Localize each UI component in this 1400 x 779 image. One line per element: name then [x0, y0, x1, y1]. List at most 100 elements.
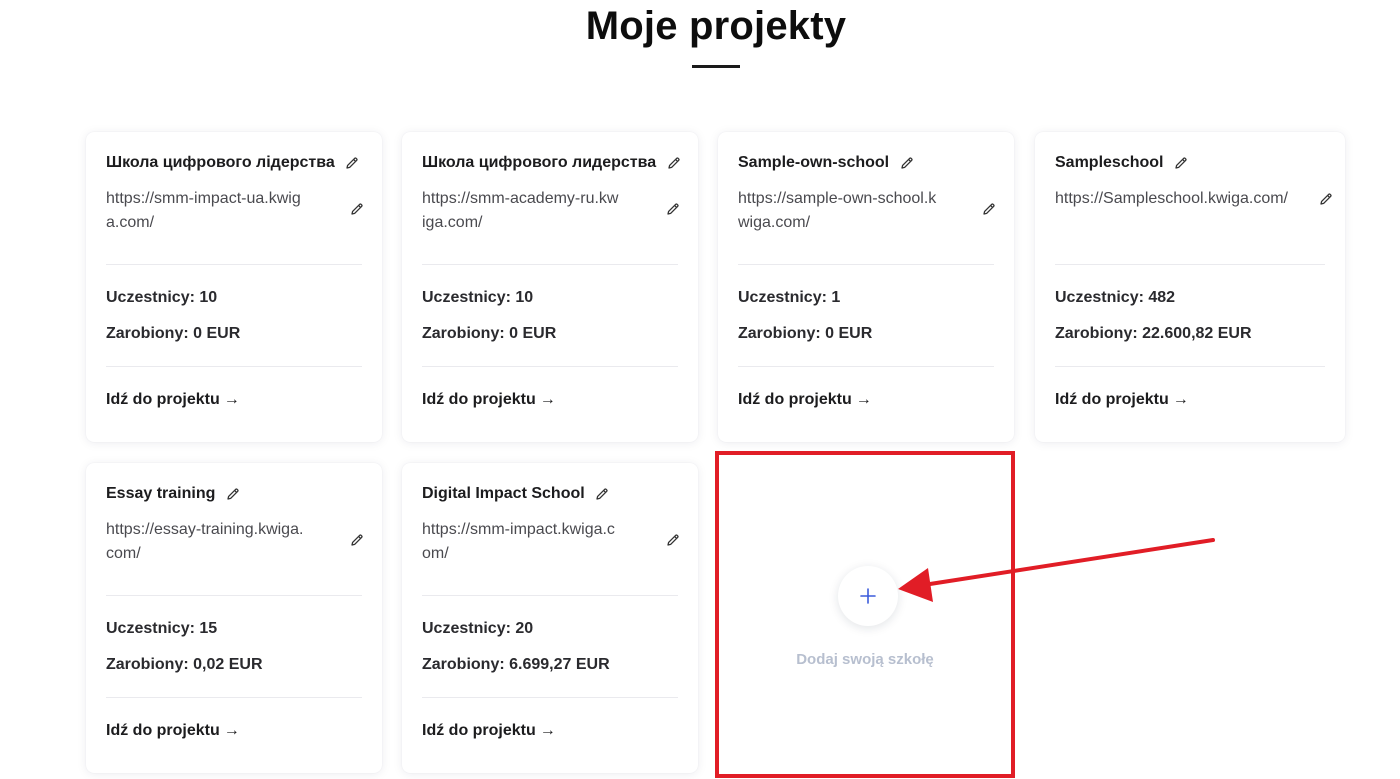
divider — [106, 697, 362, 698]
project-card: Sampleschool https://Sampleschool.kwiga.… — [1035, 132, 1345, 442]
edit-name-icon[interactable] — [345, 156, 359, 170]
participants-stat: Uczestnicy: 20 — [422, 620, 533, 638]
participants-stat: Uczestnicy: 1 — [738, 289, 840, 307]
add-school-label[interactable]: Dodaj swoją szkołę — [719, 651, 1011, 668]
plus-icon — [860, 588, 876, 604]
divider — [106, 595, 362, 596]
project-url[interactable]: https://smm-academy-ru.kwiga.com/ — [422, 187, 622, 235]
arrow-right-icon: → — [223, 391, 240, 408]
earned-stat: Zarobiony: 0,02 EUR — [106, 656, 263, 674]
arrow-right-icon: → — [539, 722, 556, 739]
edit-url-icon[interactable] — [666, 533, 680, 547]
divider — [1055, 264, 1325, 265]
project-card: Digital Impact School https://smm-impact… — [402, 463, 698, 773]
divider — [106, 264, 362, 265]
project-card: Sample-own-school https://sample-own-sch… — [718, 132, 1014, 442]
earned-value: 0,02 EUR — [193, 656, 263, 673]
project-name: Essay training — [106, 485, 216, 502]
go-to-project-label: Idź do projektu — [422, 722, 536, 739]
participants-label: Uczestnicy: — [1055, 289, 1144, 306]
go-to-project-label: Idź do projektu — [106, 722, 220, 739]
go-to-project-label: Idź do projektu — [738, 391, 852, 408]
edit-url-icon[interactable] — [350, 533, 364, 547]
go-to-project-label: Idź do projektu — [106, 391, 220, 408]
participants-value: 15 — [199, 620, 218, 637]
add-school-highlight-box: Dodaj swoją szkołę — [715, 451, 1015, 778]
participants-value: 20 — [515, 620, 534, 637]
arrow-right-icon: → — [1172, 391, 1189, 408]
divider — [738, 264, 994, 265]
earned-value: 0 EUR — [509, 325, 557, 342]
go-to-project-link[interactable]: Idź do projektu → — [106, 391, 240, 409]
go-to-project-link[interactable]: Idź do projektu → — [422, 391, 556, 409]
go-to-project-link[interactable]: Idź do projektu → — [106, 722, 240, 740]
participants-stat: Uczestnicy: 10 — [422, 289, 533, 307]
earned-label: Zarobiony: — [1055, 325, 1138, 342]
edit-name-icon[interactable] — [226, 487, 240, 501]
project-card: Essay training https://essay-training.kw… — [86, 463, 382, 773]
go-to-project-link[interactable]: Idź do projektu → — [1055, 391, 1189, 409]
page-title: Moje projekty — [585, 4, 847, 48]
participants-label: Uczestnicy: — [106, 289, 195, 306]
project-title: Sample-own-school — [738, 154, 994, 172]
participants-label: Uczestnicy: — [422, 289, 511, 306]
add-school-button[interactable] — [838, 566, 898, 626]
edit-name-icon[interactable] — [900, 156, 914, 170]
project-name: Школа цифрового лідерства — [106, 154, 335, 171]
earned-value: 0 EUR — [193, 325, 241, 342]
edit-name-icon[interactable] — [667, 156, 681, 170]
project-title: Школа цифрового лидерства — [422, 154, 681, 172]
project-name: Digital Impact School — [422, 485, 585, 502]
participants-label: Uczestnicy: — [422, 620, 511, 637]
arrow-right-icon: → — [539, 391, 556, 408]
project-card: Школа цифрового лидерства https://smm-ac… — [402, 132, 698, 442]
participants-label: Uczestnicy: — [738, 289, 827, 306]
earned-stat: Zarobiony: 6.699,27 EUR — [422, 656, 610, 674]
edit-url-icon[interactable] — [350, 202, 364, 216]
project-title: Digital Impact School — [422, 485, 678, 503]
earned-stat: Zarobiony: 22.600,82 EUR — [1055, 325, 1252, 343]
earned-label: Zarobiony: — [422, 325, 505, 342]
edit-name-icon[interactable] — [595, 487, 609, 501]
divider — [422, 595, 678, 596]
arrow-right-icon: → — [855, 391, 872, 408]
project-url[interactable]: https://smm-impact.kwiga.com/ — [422, 518, 622, 566]
go-to-project-link[interactable]: Idź do projektu → — [422, 722, 556, 740]
project-url[interactable]: https://essay-training.kwiga.com/ — [106, 518, 306, 566]
project-card: Школа цифрового лідерства https://smm-im… — [86, 132, 382, 442]
divider — [422, 264, 678, 265]
participants-value: 10 — [515, 289, 534, 306]
divider — [106, 366, 362, 367]
project-url[interactable]: https://smm-impact-ua.kwiga.com/ — [106, 187, 306, 235]
participants-stat: Uczestnicy: 482 — [1055, 289, 1175, 307]
earned-value: 22.600,82 EUR — [1142, 325, 1252, 342]
project-name: Sample-own-school — [738, 154, 890, 171]
go-to-project-label: Idź do projektu — [422, 391, 536, 408]
participants-label: Uczestnicy: — [106, 620, 195, 637]
divider — [422, 697, 678, 698]
title-underline — [692, 65, 740, 68]
participants-stat: Uczestnicy: 15 — [106, 620, 217, 638]
go-to-project-link[interactable]: Idź do projektu → — [738, 391, 872, 409]
earned-stat: Zarobiony: 0 EUR — [106, 325, 240, 343]
project-name: Школа цифрового лидерства — [422, 154, 657, 171]
divider — [1055, 366, 1325, 367]
edit-name-icon[interactable] — [1174, 156, 1188, 170]
project-url[interactable]: https://sample-own-school.kwiga.com/ — [738, 187, 938, 235]
edit-url-icon[interactable] — [982, 202, 996, 216]
participants-stat: Uczestnicy: 10 — [106, 289, 217, 307]
project-name: Sampleschool — [1055, 154, 1164, 171]
participants-value: 10 — [199, 289, 218, 306]
go-to-project-label: Idź do projektu — [1055, 391, 1169, 408]
earned-value: 6.699,27 EUR — [509, 656, 610, 673]
edit-url-icon[interactable] — [1319, 192, 1333, 206]
divider — [422, 366, 678, 367]
earned-value: 0 EUR — [825, 325, 873, 342]
earned-label: Zarobiony: — [738, 325, 821, 342]
edit-url-icon[interactable] — [666, 202, 680, 216]
earned-stat: Zarobiony: 0 EUR — [422, 325, 556, 343]
earned-label: Zarobiony: — [422, 656, 505, 673]
project-url[interactable]: https://Sampleschool.kwiga.com/ — [1055, 187, 1315, 211]
earned-label: Zarobiony: — [106, 325, 189, 342]
project-title: Essay training — [106, 485, 362, 503]
